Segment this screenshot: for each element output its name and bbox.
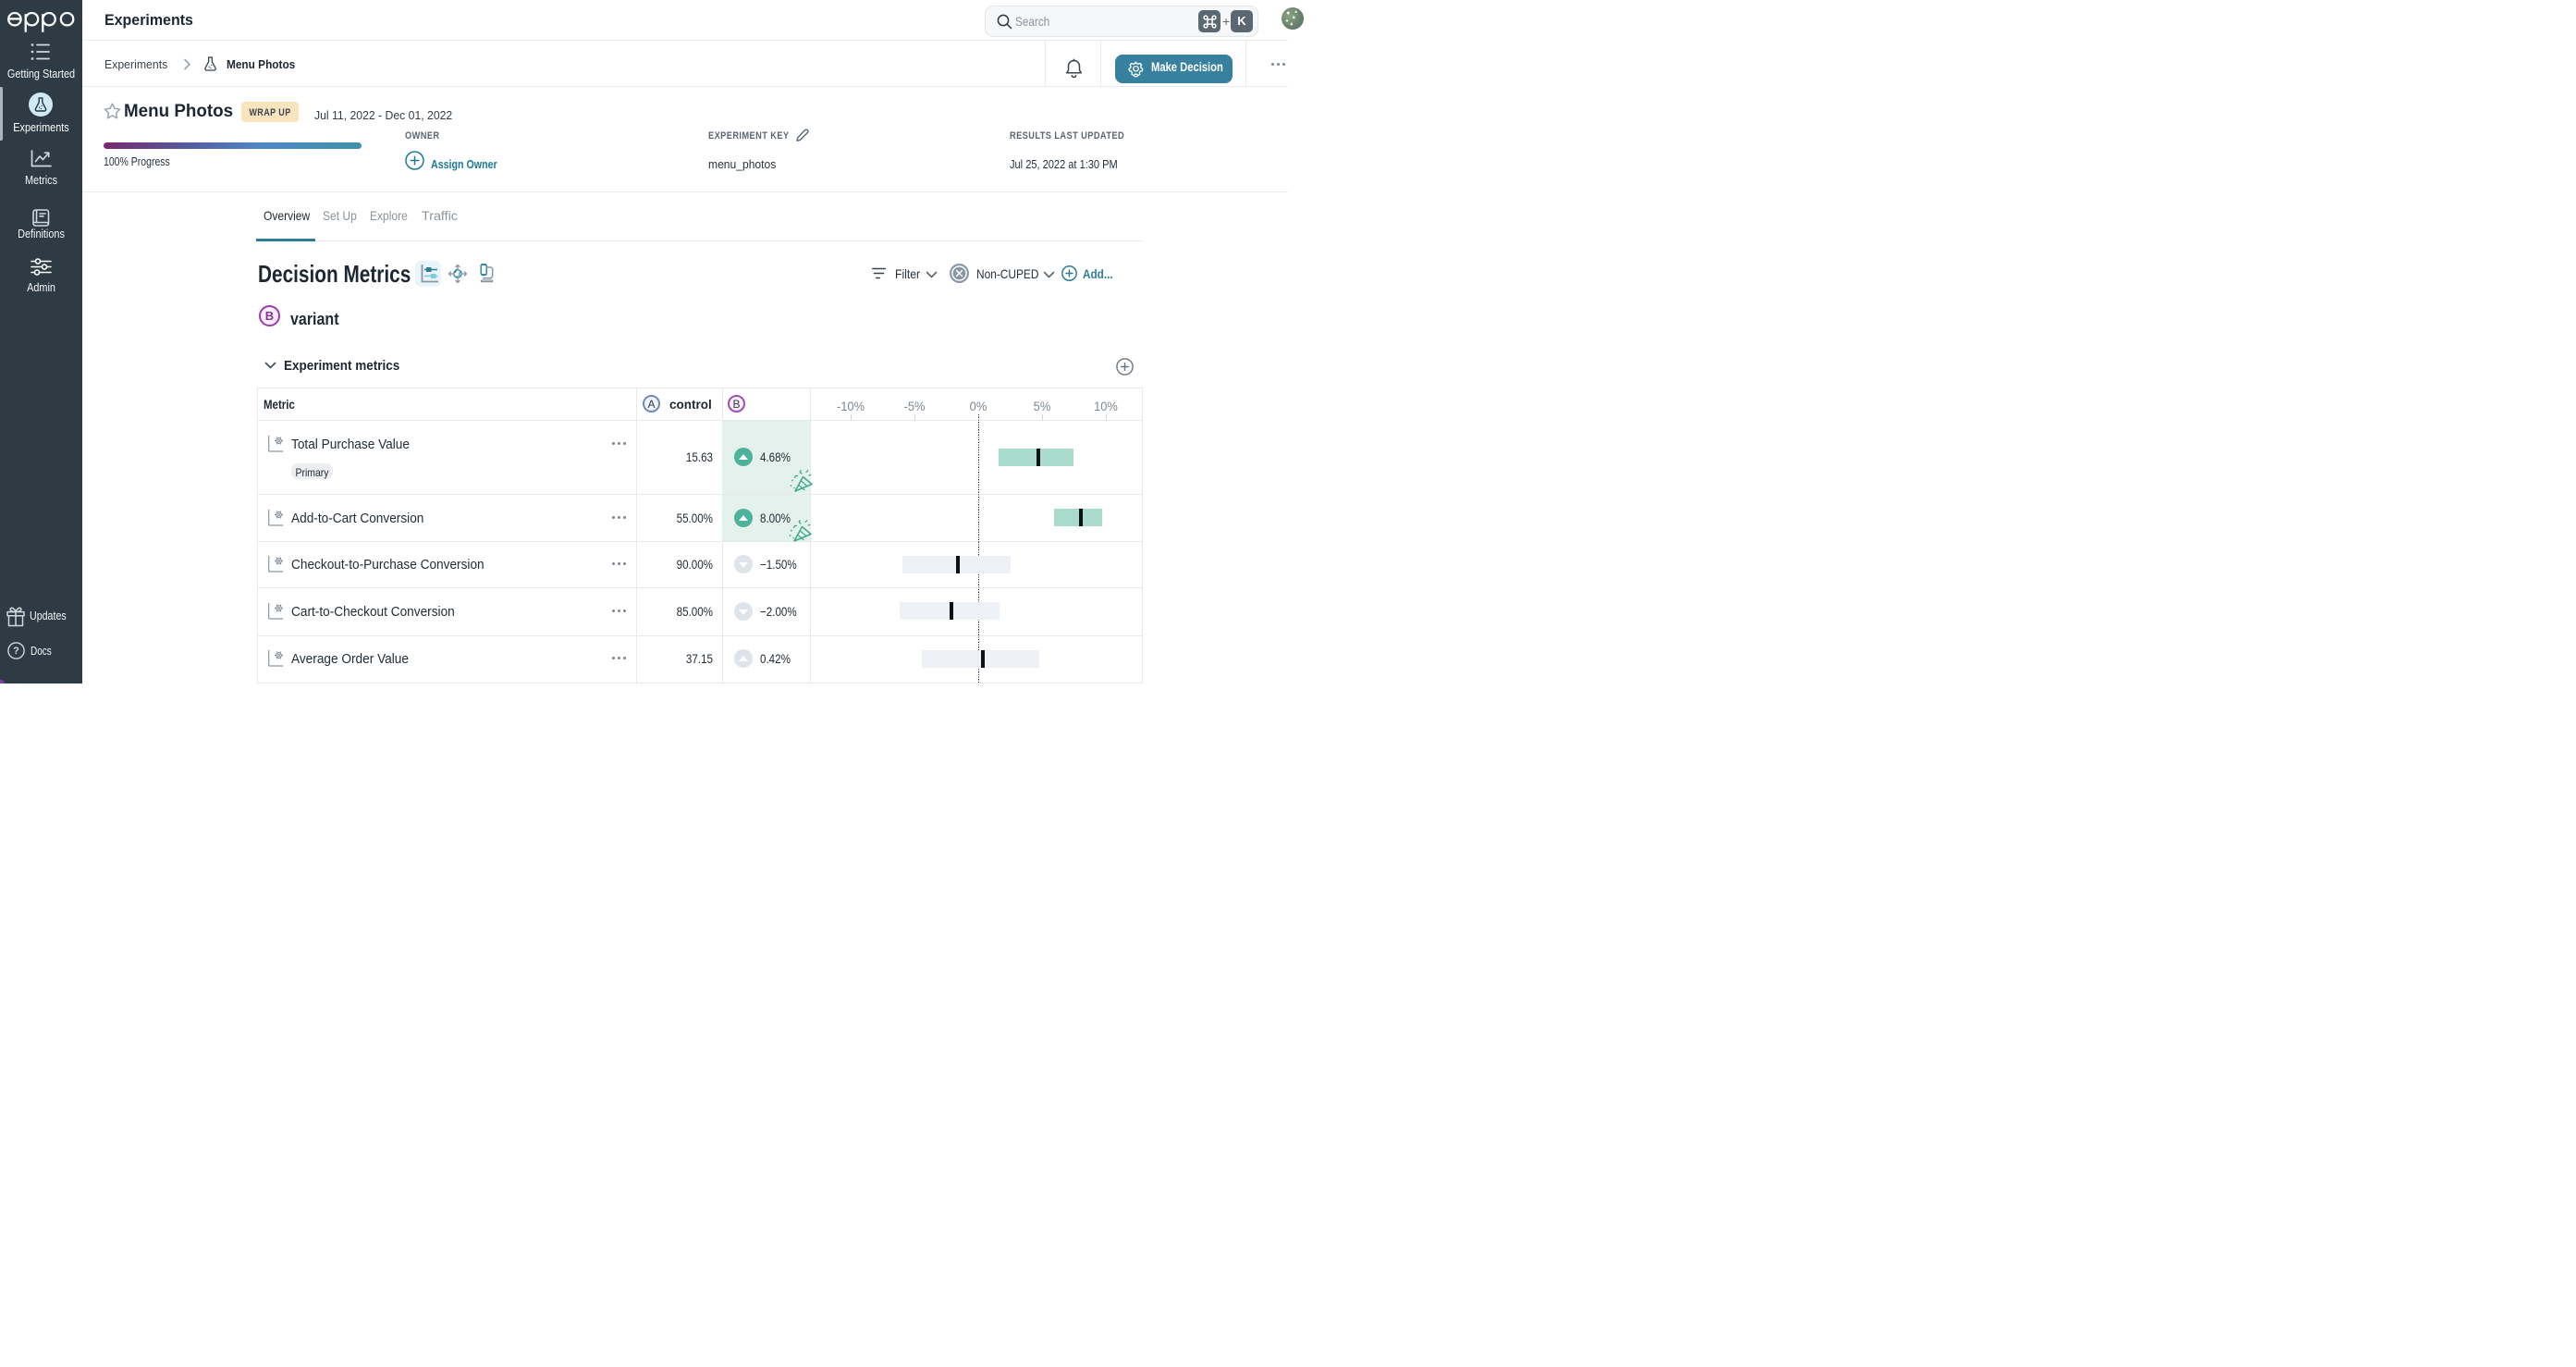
svg-text:?: ? xyxy=(13,646,19,657)
